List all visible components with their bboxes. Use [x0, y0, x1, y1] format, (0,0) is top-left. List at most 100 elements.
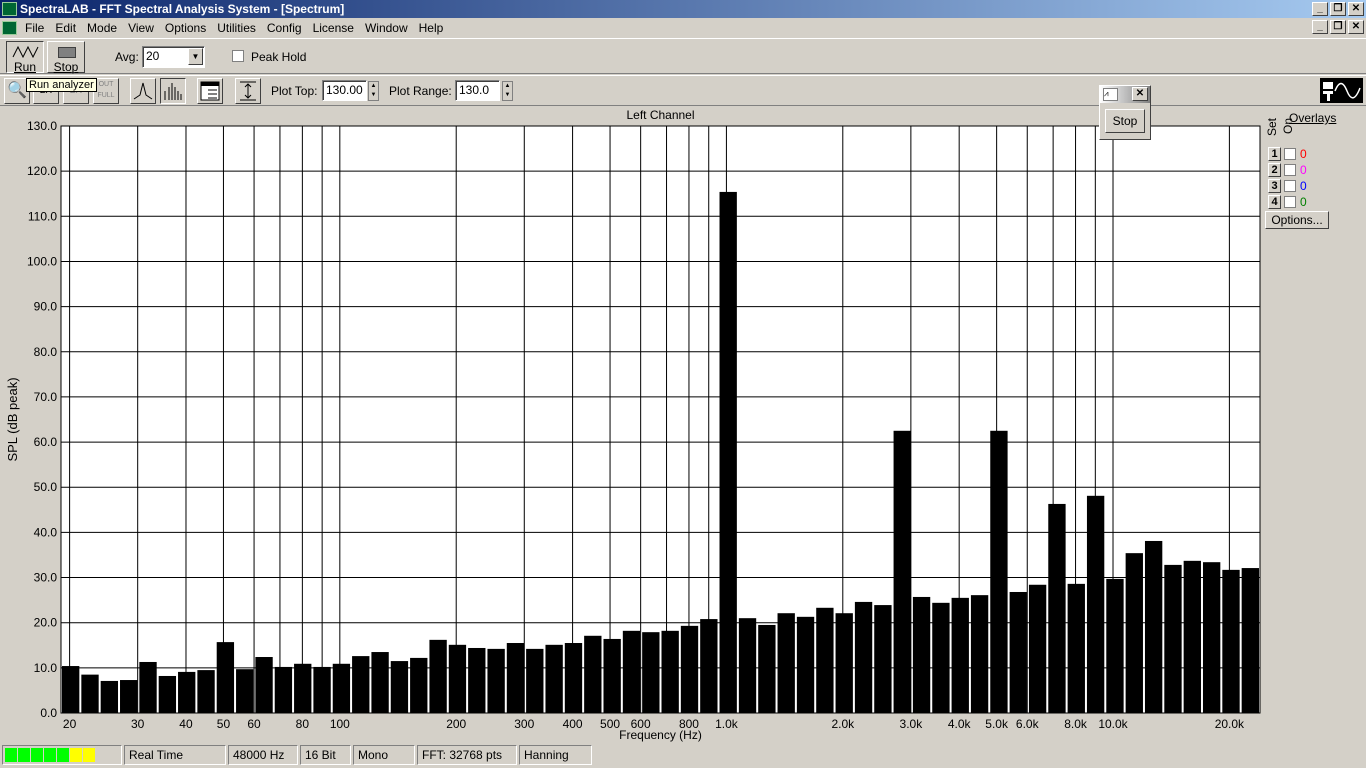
restore-button[interactable]: ❐	[1330, 2, 1346, 16]
spectrum-bar	[835, 613, 853, 713]
overlay-2-count: 0	[1300, 163, 1307, 177]
plot-range-label: Plot Range:	[389, 84, 452, 98]
overlay-3-checkbox[interactable]	[1284, 180, 1296, 192]
x-tick-label: 1.0k	[715, 717, 739, 731]
overlay-options-button[interactable]: Options...	[1265, 211, 1329, 229]
bar-mode-button[interactable]	[160, 78, 186, 104]
y-tick-label: 100.0	[27, 254, 57, 268]
run-button[interactable]: Run	[6, 41, 44, 74]
spectrum-bar	[1125, 553, 1143, 713]
overlay-set-2-button[interactable]: 2	[1268, 163, 1281, 177]
level-meter	[2, 745, 122, 765]
overlay-set-4-button[interactable]: 4	[1268, 195, 1281, 209]
overlay-set-3-button[interactable]: 3	[1268, 179, 1281, 193]
zoom-full-button[interactable]: OUT FULL	[93, 78, 119, 104]
spectrum-bar	[1222, 569, 1240, 713]
plot-top-spinner[interactable]: ▲ ▼	[368, 81, 379, 101]
x-tick-label: 10.0k	[1098, 717, 1128, 731]
spectrum-bar	[738, 618, 757, 713]
x-tick-label: 30	[131, 717, 145, 731]
y-tick-label: 70.0	[34, 390, 58, 404]
line-mode-button[interactable]	[130, 78, 156, 104]
spectrum-bar	[216, 642, 235, 713]
mini-window-close-button[interactable]: ✕	[1132, 87, 1148, 101]
plot-top-input[interactable]: 130.00	[322, 80, 367, 101]
menu-help[interactable]: Help	[414, 21, 450, 35]
menu-edit[interactable]: Edit	[50, 21, 82, 35]
level-led	[83, 748, 95, 762]
level-led	[57, 748, 69, 762]
x-tick-label: 200	[446, 717, 466, 731]
spectrum-bar	[661, 630, 679, 713]
avg-select[interactable]: 20 ▼	[142, 46, 205, 68]
menu-view[interactable]: View	[123, 21, 160, 35]
spectrum-bar	[1144, 540, 1163, 713]
x-tick-label: 40	[179, 717, 193, 731]
spectrum-bar	[796, 616, 815, 713]
autoscale-button[interactable]	[235, 78, 261, 104]
x-tick-label: 8.0k	[1064, 717, 1088, 731]
spectrum-bar	[410, 657, 428, 713]
y-tick-label: 130.0	[27, 119, 57, 133]
x-tick-label: 60	[247, 717, 261, 731]
stop-button[interactable]: Stop	[47, 41, 85, 74]
minimize-button[interactable]: _	[1312, 2, 1328, 16]
y-tick-label: 10.0	[34, 661, 58, 675]
plot-range-input[interactable]: 130.0	[455, 80, 500, 101]
stop-icon	[58, 47, 76, 58]
peak-hold-checkbox[interactable]	[232, 50, 244, 62]
overlay-4-checkbox[interactable]	[1284, 196, 1296, 208]
menu-options[interactable]: Options	[160, 21, 212, 35]
plot-range-spinner[interactable]: ▲ ▼	[502, 81, 513, 101]
x-tick-label: 5.0k	[985, 717, 1009, 731]
x-tick-label: 6.0k	[1016, 717, 1040, 731]
menu-mode[interactable]: Mode	[82, 21, 123, 35]
menu-file[interactable]: File	[20, 21, 50, 35]
menu-window[interactable]: Window	[360, 21, 414, 35]
close-button[interactable]: ✕	[1348, 2, 1364, 16]
menu-config[interactable]: Config	[262, 21, 308, 35]
spectrum-bar	[81, 674, 99, 713]
avg-label: Avg:	[115, 50, 139, 64]
x-tick-label: 300	[514, 717, 534, 731]
spectrum-bar	[390, 661, 409, 713]
overlay-1-checkbox[interactable]	[1284, 148, 1296, 160]
spectrum-bar	[680, 625, 699, 713]
x-axis-label: Frequency (Hz)	[619, 728, 702, 742]
x-tick-label: 2.0k	[831, 717, 855, 731]
overlay-set-1-button[interactable]: 1	[1268, 147, 1281, 161]
doc-minimize-button[interactable]: _	[1312, 20, 1328, 34]
spectrum-bar	[1086, 495, 1105, 713]
spectrum-bar	[468, 647, 486, 713]
overlay-2-checkbox[interactable]	[1284, 164, 1296, 176]
panel-icon	[200, 81, 220, 101]
spectrum-bar	[1164, 564, 1182, 713]
chevron-down-icon[interactable]: ▼	[188, 48, 203, 65]
mini-stop-button[interactable]: Stop	[1105, 109, 1145, 133]
spectrum-chart[interactable]: 0.0 10.0 20.0 30.0 40.0 50.0 60.0 70.0 80.0 90.0 1…	[0, 106, 1262, 746]
menu-utilities[interactable]: Utilities	[212, 21, 262, 35]
x-tick-label: 100	[330, 717, 350, 731]
bar-graph-icon	[164, 83, 182, 100]
overlays-title: Overlays	[1289, 111, 1337, 125]
doc-restore-button[interactable]: ❐	[1330, 20, 1346, 34]
y-tick-label: 120.0	[27, 164, 57, 178]
x-tick-label: 3.0k	[900, 717, 924, 731]
status-channels: Mono	[353, 745, 415, 765]
level-led	[18, 748, 30, 762]
y-tick-label: 30.0	[34, 571, 58, 585]
spectrum-bar	[932, 602, 950, 713]
spectrum-bar	[1183, 560, 1201, 713]
spectrum-bar	[255, 657, 273, 713]
spectraplus-logo	[1320, 78, 1363, 103]
y-tick-label: 50.0	[34, 480, 58, 494]
main-toolbar: Run Stop Avg: 20 ▼ Peak Hold	[0, 38, 1366, 74]
menu-license[interactable]: License	[308, 21, 360, 35]
spectrum-bar	[371, 652, 389, 713]
y-tick-label: 80.0	[34, 345, 58, 359]
mini-control-window: ⩘ ✕ Stop	[1099, 85, 1151, 140]
doc-close-button[interactable]: ✕	[1348, 20, 1364, 34]
settings-panel-button[interactable]	[197, 78, 223, 104]
zoom-full-label: OUT FULL	[97, 81, 115, 99]
level-led	[5, 748, 17, 762]
